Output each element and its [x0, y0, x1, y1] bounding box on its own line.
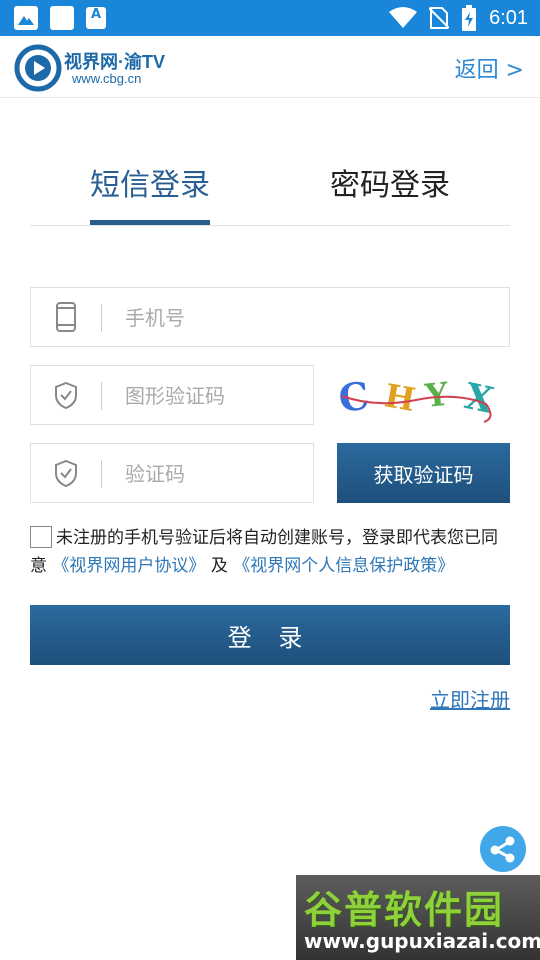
share-icon: [490, 836, 515, 863]
logo-url: www.cbg.cn: [72, 71, 142, 86]
svg-text:C: C: [336, 372, 372, 421]
field-divider: [101, 460, 102, 488]
back-button[interactable]: 返回 >: [455, 52, 524, 84]
wifi-icon: [389, 7, 418, 28]
phone-icon: [56, 302, 76, 332]
get-code-button[interactable]: 获取验证码: [337, 443, 510, 503]
field-divider: [101, 304, 102, 332]
font-icon: A: [86, 7, 106, 29]
user-agreement-link[interactable]: 《视界网用户协议》: [52, 556, 205, 576]
svg-text:H: H: [382, 376, 418, 419]
privacy-policy-link[interactable]: 《视界网个人信息保护政策》: [233, 556, 454, 576]
login-button[interactable]: 登 录: [30, 605, 510, 665]
watermark: 谷普软件园 www.gupuxiazai.com: [296, 875, 540, 960]
svg-text:Y: Y: [422, 375, 451, 415]
active-tab-indicator: [90, 220, 210, 225]
image-captcha-input[interactable]: [125, 376, 285, 416]
app-header: 视界网·渝TV www.cbg.cn 返回 >: [0, 36, 540, 98]
watermark-url: www.gupuxiazai.com: [304, 929, 540, 953]
phone-field: [30, 287, 510, 347]
captcha-image[interactable]: C H Y X: [336, 366, 510, 426]
sms-code-input[interactable]: [125, 454, 285, 494]
field-divider: [101, 382, 102, 410]
play-logo-icon: [14, 44, 62, 92]
logo: 视界网·渝TV www.cbg.cn: [14, 42, 174, 92]
image-captcha-field: [30, 365, 314, 425]
status-bar: A 6:01: [0, 0, 540, 36]
tab-password-login[interactable]: 密码登录: [330, 160, 450, 204]
register-link[interactable]: 立即注册: [430, 684, 510, 713]
gallery-icon: [14, 6, 38, 30]
square-icon: [50, 6, 74, 30]
tab-sms-login[interactable]: 短信登录: [90, 160, 210, 204]
agreement-and: 及: [210, 556, 228, 576]
battery-charging-icon: [462, 5, 477, 31]
agree-checkbox[interactable]: [30, 526, 52, 548]
shield-check-icon: [55, 381, 77, 410]
sms-code-field: [30, 443, 314, 503]
no-sim-icon: [429, 7, 450, 29]
agreement: 未注册的手机号验证后将自动创建账号，登录即代表您已同意 《视界网用户协议》 及 …: [30, 524, 514, 580]
share-button[interactable]: [480, 826, 526, 872]
shield-check-icon: [55, 459, 77, 488]
phone-input[interactable]: [125, 298, 285, 338]
login-tabs: 短信登录 密码登录: [30, 140, 510, 226]
watermark-title: 谷普软件园: [304, 888, 505, 932]
clock: 6:01: [489, 6, 528, 29]
